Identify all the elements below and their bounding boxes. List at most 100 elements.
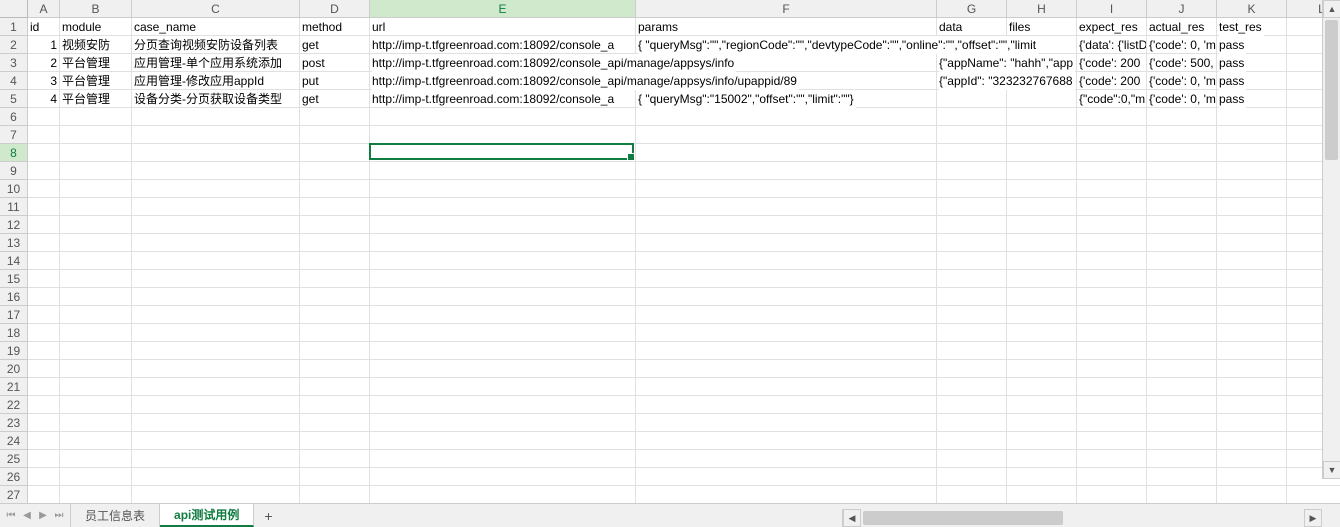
cell-K24[interactable] (1217, 432, 1287, 450)
cell-E9[interactable] (370, 162, 636, 180)
cell-J27[interactable] (1147, 486, 1217, 503)
cell-H13[interactable] (1007, 234, 1077, 252)
cell-J20[interactable] (1147, 360, 1217, 378)
cell-A15[interactable] (28, 270, 60, 288)
cell-A24[interactable] (28, 432, 60, 450)
cell-J2[interactable]: {'code': 0, 'm (1147, 36, 1217, 54)
cell-A17[interactable] (28, 306, 60, 324)
cell-A9[interactable] (28, 162, 60, 180)
cell-G3[interactable]: {"appName": "hahh","app (937, 54, 1007, 72)
cell-B11[interactable] (60, 198, 132, 216)
cell-I11[interactable] (1077, 198, 1147, 216)
cell-H14[interactable] (1007, 252, 1077, 270)
cell-B3[interactable]: 平台管理 (60, 54, 132, 72)
cell-C15[interactable] (132, 270, 300, 288)
cell-D10[interactable] (300, 180, 370, 198)
column-header-C[interactable]: C (132, 0, 300, 18)
cell-G14[interactable] (937, 252, 1007, 270)
cell-E13[interactable] (370, 234, 636, 252)
row-header-5[interactable]: 5 (0, 90, 28, 108)
cell-K19[interactable] (1217, 342, 1287, 360)
tab-next-icon[interactable]: ▶ (36, 509, 50, 523)
cell-C12[interactable] (132, 216, 300, 234)
cell-E1[interactable]: url (370, 18, 636, 36)
cell-J22[interactable] (1147, 396, 1217, 414)
cell-A23[interactable] (28, 414, 60, 432)
h-scroll-thumb[interactable] (863, 511, 1063, 525)
cell-K27[interactable] (1217, 486, 1287, 503)
cell-D8[interactable] (300, 144, 370, 162)
row-header-9[interactable]: 9 (0, 162, 28, 180)
cell-I16[interactable] (1077, 288, 1147, 306)
add-sheet-button[interactable]: + (254, 504, 282, 527)
cell-H12[interactable] (1007, 216, 1077, 234)
row-header-23[interactable]: 23 (0, 414, 28, 432)
cell-K21[interactable] (1217, 378, 1287, 396)
cell-J5[interactable]: {'code': 0, 'm (1147, 90, 1217, 108)
cell-G23[interactable] (937, 414, 1007, 432)
cell-H23[interactable] (1007, 414, 1077, 432)
cell-J21[interactable] (1147, 378, 1217, 396)
cell-E20[interactable] (370, 360, 636, 378)
cell-L27[interactable] (1287, 486, 1340, 503)
cell-K4[interactable]: pass (1217, 72, 1287, 90)
cell-C24[interactable] (132, 432, 300, 450)
cell-B27[interactable] (60, 486, 132, 503)
scroll-up-button[interactable]: ▲ (1323, 0, 1340, 18)
cell-J25[interactable] (1147, 450, 1217, 468)
scroll-down-button[interactable]: ▼ (1323, 461, 1340, 479)
cell-I13[interactable] (1077, 234, 1147, 252)
row-header-27[interactable]: 27 (0, 486, 28, 503)
cell-K18[interactable] (1217, 324, 1287, 342)
cell-J24[interactable] (1147, 432, 1217, 450)
cell-A19[interactable] (28, 342, 60, 360)
cell-I17[interactable] (1077, 306, 1147, 324)
cell-F14[interactable] (636, 252, 937, 270)
cell-B9[interactable] (60, 162, 132, 180)
row-header-19[interactable]: 19 (0, 342, 28, 360)
cell-E8[interactable] (370, 144, 636, 162)
cell-H25[interactable] (1007, 450, 1077, 468)
cell-K26[interactable] (1217, 468, 1287, 486)
cell-B7[interactable] (60, 126, 132, 144)
cell-H1[interactable]: files (1007, 18, 1077, 36)
cell-F26[interactable] (636, 468, 937, 486)
cell-G1[interactable]: data (937, 18, 1007, 36)
cell-B23[interactable] (60, 414, 132, 432)
row-header-25[interactable]: 25 (0, 450, 28, 468)
cell-J14[interactable] (1147, 252, 1217, 270)
cell-F25[interactable] (636, 450, 937, 468)
cell-K15[interactable] (1217, 270, 1287, 288)
cell-K14[interactable] (1217, 252, 1287, 270)
row-header-6[interactable]: 6 (0, 108, 28, 126)
cell-E6[interactable] (370, 108, 636, 126)
cell-J16[interactable] (1147, 288, 1217, 306)
cell-A14[interactable] (28, 252, 60, 270)
cell-C9[interactable] (132, 162, 300, 180)
row-header-24[interactable]: 24 (0, 432, 28, 450)
cell-I3[interactable]: {'code': 200 (1077, 54, 1147, 72)
tab-first-icon[interactable]: ⏮ (4, 509, 18, 523)
cell-I12[interactable] (1077, 216, 1147, 234)
cell-D14[interactable] (300, 252, 370, 270)
cell-B12[interactable] (60, 216, 132, 234)
cell-J8[interactable] (1147, 144, 1217, 162)
row-header-20[interactable]: 20 (0, 360, 28, 378)
cell-B13[interactable] (60, 234, 132, 252)
cell-I6[interactable] (1077, 108, 1147, 126)
cell-I24[interactable] (1077, 432, 1147, 450)
cell-D5[interactable]: get (300, 90, 370, 108)
cell-F17[interactable] (636, 306, 937, 324)
cell-A10[interactable] (28, 180, 60, 198)
cell-B21[interactable] (60, 378, 132, 396)
tab-last-icon[interactable]: ⏭ (52, 509, 66, 523)
cell-E17[interactable] (370, 306, 636, 324)
cell-K20[interactable] (1217, 360, 1287, 378)
cell-A22[interactable] (28, 396, 60, 414)
cell-I1[interactable]: expect_res (1077, 18, 1147, 36)
row-header-7[interactable]: 7 (0, 126, 28, 144)
cell-B2[interactable]: 视频安防 (60, 36, 132, 54)
cell-H5[interactable] (1007, 90, 1077, 108)
cell-D3[interactable]: post (300, 54, 370, 72)
cell-A21[interactable] (28, 378, 60, 396)
